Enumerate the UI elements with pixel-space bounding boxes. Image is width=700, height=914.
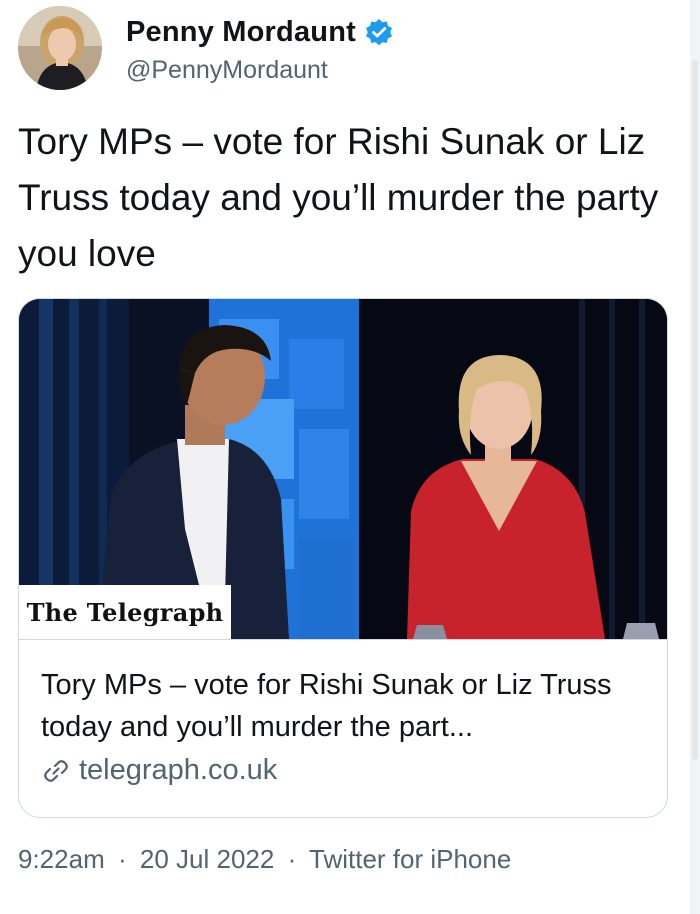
- link-icon: [41, 756, 71, 786]
- brand-logo: The Telegraph: [19, 585, 231, 639]
- scrollbar-track[interactable]: [690, 0, 700, 914]
- verified-badge-icon: [364, 18, 394, 48]
- card-domain[interactable]: telegraph.co.uk: [79, 754, 277, 787]
- tweet-metadata: 9:22am · 20 Jul 2022 · Twitter for iPhon…: [18, 844, 511, 875]
- card-title[interactable]: Tory MPs – vote for Rishi Sunak or Liz T…: [41, 664, 651, 748]
- scrollbar-thumb[interactable]: [692, 60, 698, 760]
- tweet-date[interactable]: 20 Jul 2022: [140, 844, 274, 874]
- display-name[interactable]: Penny Mordaunt: [126, 16, 356, 49]
- card-image[interactable]: The Telegraph: [19, 299, 667, 639]
- tweet-text: Tory MPs – vote for Rishi Sunak or Liz T…: [18, 121, 659, 274]
- tweet-header: Penny Mordaunt @PennyMordaunt: [18, 6, 678, 92]
- card-domain-row[interactable]: telegraph.co.uk: [41, 754, 277, 787]
- meta-separator: ·: [117, 844, 127, 874]
- meta-separator: ·: [287, 844, 297, 874]
- name-row: Penny Mordaunt: [126, 16, 394, 49]
- avatar[interactable]: [18, 6, 102, 90]
- tweet-source[interactable]: Twitter for iPhone: [309, 844, 511, 874]
- user-handle[interactable]: @PennyMordaunt: [126, 56, 328, 85]
- tweet-time[interactable]: 9:22am: [18, 844, 105, 874]
- link-card[interactable]: The Telegraph Tory MPs – vote for Rishi …: [18, 298, 668, 818]
- card-body[interactable]: Tory MPs – vote for Rishi Sunak or Liz T…: [19, 639, 667, 817]
